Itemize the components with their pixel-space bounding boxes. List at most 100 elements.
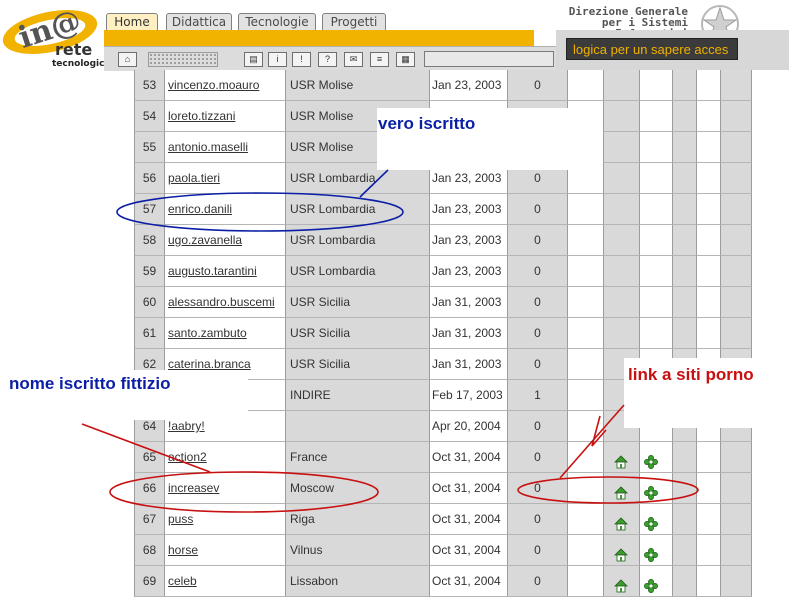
username-link[interactable]: !aabry! bbox=[168, 419, 205, 433]
homepage-link-icon[interactable] bbox=[614, 574, 628, 593]
username-link[interactable]: paola.tieri bbox=[168, 171, 220, 185]
alert-icon[interactable]: ! bbox=[292, 52, 311, 67]
username-link[interactable]: ugo.zavanella bbox=[168, 233, 242, 247]
empty-cell bbox=[568, 318, 604, 349]
count-cell: 0 bbox=[508, 504, 568, 535]
region-cell: Vilnus bbox=[286, 535, 430, 566]
icq-cell bbox=[640, 163, 673, 194]
home-tool-icon[interactable]: ⌂ bbox=[118, 52, 137, 67]
homepage-link-icon[interactable] bbox=[614, 450, 628, 469]
empty-cell bbox=[697, 256, 721, 287]
username-link[interactable]: alessandro.buscemi bbox=[168, 295, 275, 309]
help-icon[interactable]: ? bbox=[318, 52, 337, 67]
homepage-link-icon[interactable] bbox=[614, 481, 628, 500]
user-cell: ugo.zavanella bbox=[165, 225, 286, 256]
empty-cell bbox=[721, 473, 752, 504]
table-row: 58 ugo.zavanella USR Lombardia Jan 23, 2003… bbox=[134, 225, 752, 256]
region-cell: USR Sicilia bbox=[286, 349, 430, 380]
logo-caption: tecnologica bbox=[52, 59, 111, 69]
region-cell: USR Sicilia bbox=[286, 318, 430, 349]
mail-icon[interactable]: ✉ bbox=[344, 52, 363, 67]
homepage-cell bbox=[604, 101, 640, 132]
username-link[interactable]: horse bbox=[168, 543, 198, 557]
row-number: 57 bbox=[134, 194, 165, 225]
tab-home[interactable]: Home bbox=[106, 13, 158, 30]
region-cell bbox=[286, 411, 430, 442]
username-link[interactable]: santo.zambuto bbox=[168, 326, 247, 340]
empty-cell bbox=[568, 256, 604, 287]
username-link[interactable]: vincenzo.moauro bbox=[168, 78, 259, 92]
user-cell: celeb bbox=[165, 566, 286, 597]
date-cell: Apr 20, 2004 bbox=[430, 411, 508, 442]
count-cell: 0 bbox=[508, 535, 568, 566]
empty-cell bbox=[568, 504, 604, 535]
username-link[interactable]: loreto.tizzani bbox=[168, 109, 235, 123]
row-number: 58 bbox=[134, 225, 165, 256]
user-cell: loreto.tizzani bbox=[165, 101, 286, 132]
row-number: 54 bbox=[134, 101, 165, 132]
empty-cell bbox=[673, 225, 697, 256]
annotation-fake-user: nome iscritto fittizio bbox=[9, 374, 171, 393]
icq-flower-icon[interactable] bbox=[644, 574, 658, 593]
info-icon[interactable]: i bbox=[268, 52, 287, 67]
homepage-cell bbox=[604, 535, 640, 566]
toolbar-field[interactable] bbox=[424, 51, 554, 67]
tab-progetti[interactable]: Progetti bbox=[322, 13, 386, 30]
region-cell: France bbox=[286, 442, 430, 473]
empty-cell bbox=[673, 101, 697, 132]
menu-icon[interactable]: ▦ bbox=[396, 52, 415, 67]
row-number: 68 bbox=[134, 535, 165, 566]
region-cell: INDIRE bbox=[286, 380, 430, 411]
empty-cell bbox=[568, 287, 604, 318]
tab-tecnologie[interactable]: Tecnologie bbox=[238, 13, 316, 30]
username-link[interactable]: enrico.danili bbox=[168, 202, 232, 216]
empty-cell bbox=[697, 442, 721, 473]
icq-cell bbox=[640, 504, 673, 535]
empty-cell bbox=[697, 535, 721, 566]
username-link[interactable]: augusto.tarantini bbox=[168, 264, 257, 278]
table-row: 53 vincenzo.moauro USR Molise Jan 23, 2003 0 bbox=[134, 70, 752, 101]
date-cell: Jan 23, 2003 bbox=[430, 256, 508, 287]
empty-cell bbox=[721, 132, 752, 163]
news-ticker[interactable]: logica per un sapere acces bbox=[566, 38, 738, 60]
tab-didattica[interactable]: Didattica bbox=[166, 13, 232, 30]
username-link[interactable]: antonio.maselli bbox=[168, 140, 248, 154]
count-cell: 0 bbox=[508, 70, 568, 101]
empty-cell bbox=[673, 442, 697, 473]
homepage-cell bbox=[604, 132, 640, 163]
icq-flower-icon[interactable] bbox=[644, 543, 658, 562]
icq-flower-icon[interactable] bbox=[644, 512, 658, 531]
svg-text:rete: rete bbox=[55, 40, 92, 59]
username-link[interactable]: celeb bbox=[168, 574, 197, 588]
table-row: 66 increasev Moscow Oct 31, 2004 0 bbox=[134, 473, 752, 504]
homepage-link-icon[interactable] bbox=[614, 543, 628, 562]
user-cell: antonio.maselli bbox=[165, 132, 286, 163]
table-row: 68 horse Vilnus Oct 31, 2004 0 bbox=[134, 535, 752, 566]
list-icon[interactable]: ≡ bbox=[370, 52, 389, 67]
count-cell: 0 bbox=[508, 256, 568, 287]
icq-flower-icon[interactable] bbox=[644, 450, 658, 469]
row-number: 60 bbox=[134, 287, 165, 318]
username-link[interactable]: puss bbox=[168, 512, 193, 526]
empty-cell bbox=[673, 566, 697, 597]
table-row: 61 santo.zambuto USR Sicilia Jan 31, 2003 0 bbox=[134, 318, 752, 349]
count-cell: 0 bbox=[508, 442, 568, 473]
empty-cell bbox=[568, 70, 604, 101]
user-cell: increasev bbox=[165, 473, 286, 504]
username-link[interactable]: caterina.branca bbox=[168, 357, 251, 371]
homepage-link-icon[interactable] bbox=[614, 512, 628, 531]
date-cell: Jan 31, 2003 bbox=[430, 349, 508, 380]
table-row: 59 augusto.tarantini USR Lombardia Jan 23, … bbox=[134, 256, 752, 287]
username-link[interactable]: action2 bbox=[168, 450, 207, 464]
icq-flower-icon[interactable] bbox=[644, 481, 658, 500]
username-link[interactable]: increasev bbox=[168, 481, 219, 495]
user-cell: enrico.danili bbox=[165, 194, 286, 225]
empty-cell bbox=[697, 566, 721, 597]
empty-cell bbox=[721, 318, 752, 349]
date-cell: Oct 31, 2004 bbox=[430, 535, 508, 566]
empty-cell bbox=[721, 566, 752, 597]
print-icon[interactable]: ▤ bbox=[244, 52, 263, 67]
empty-cell bbox=[673, 70, 697, 101]
empty-cell bbox=[568, 349, 604, 380]
count-cell: 0 bbox=[508, 225, 568, 256]
